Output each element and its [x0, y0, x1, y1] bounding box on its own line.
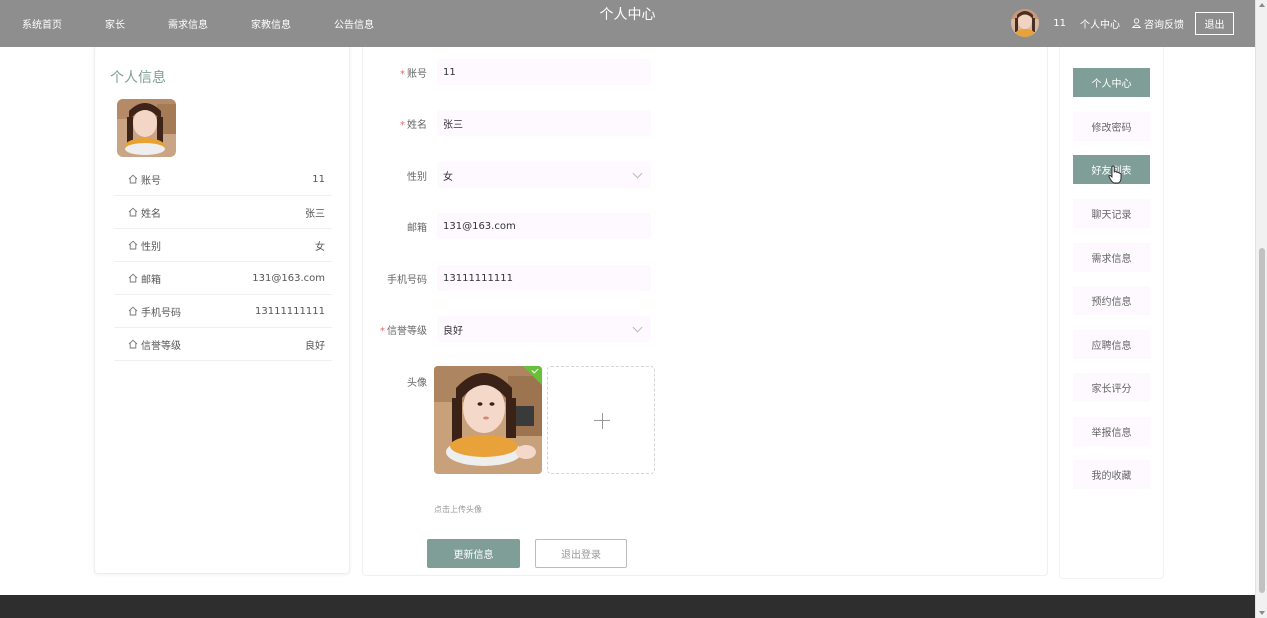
profile-form: * 账号 11 * 姓名 张三 性别 女 邮箱 131@163.com 手机号码 1…: [362, 47, 1048, 576]
info-label: 手机号码: [114, 304, 181, 319]
form-row-phone: 手机号码 13111111111: [363, 265, 651, 291]
scroll-up-icon[interactable]: [1259, 3, 1265, 7]
menu-item-applications[interactable]: 应聘信息: [1073, 330, 1150, 359]
home-icon: [128, 207, 138, 217]
feedback-link[interactable]: 咨询反馈: [1132, 16, 1184, 31]
name-input[interactable]: 张三: [437, 110, 651, 136]
footer: [0, 595, 1255, 618]
info-value: 11: [312, 173, 325, 185]
avatar-label: 头像: [407, 377, 427, 389]
email-value: 131@163.com: [443, 220, 516, 232]
form-row-email: 邮箱 131@163.com: [363, 213, 651, 239]
form-row-gender: 性别 女: [363, 162, 651, 188]
chevron-down-icon: [632, 322, 643, 332]
card-title: 个人信息: [110, 70, 166, 86]
form-row-name: * 姓名 张三: [363, 110, 651, 136]
chevron-down-icon: [632, 168, 643, 178]
logout-button[interactable]: 退出登录: [535, 539, 627, 568]
personal-info-card: 个人信息 账号 11 姓名 张三 性别 女 邮箱 131@163.com 手机号…: [94, 47, 350, 574]
name-label: * 姓名: [363, 116, 427, 131]
account-label-text: 账号: [407, 68, 427, 80]
menu-item-appointments[interactable]: 预约信息: [1073, 286, 1150, 315]
menu-item-personal-center[interactable]: 个人中心: [1073, 68, 1150, 97]
gender-value: 女: [443, 171, 453, 183]
info-row-gender: 性别 女: [114, 229, 332, 262]
info-value: 女: [315, 241, 325, 253]
menu-item-chat-records[interactable]: 聊天记录: [1073, 199, 1150, 228]
personal-center-link[interactable]: 个人中心: [1080, 16, 1120, 31]
account-label: * 账号: [363, 65, 427, 80]
info-row-phone: 手机号码 13111111111: [114, 295, 332, 328]
required-mark: *: [380, 325, 385, 337]
hand-cursor-icon: [1108, 165, 1122, 184]
right-menu: 个人中心 修改密码 好友列表 聊天记录 需求信息 预约信息 应聘信息 家长评分 …: [1059, 47, 1164, 579]
scroll-down-icon[interactable]: [1259, 611, 1265, 615]
home-icon: [128, 339, 138, 349]
home-icon: [128, 240, 138, 250]
info-row-account: 账号 11: [114, 163, 332, 196]
info-value: 131@163.com: [252, 272, 325, 284]
uploaded-avatar-preview[interactable]: [434, 366, 542, 474]
name-label-text: 姓名: [407, 119, 427, 131]
credit-label-text: 信誉等级: [387, 325, 427, 337]
required-mark: *: [400, 68, 405, 80]
home-icon: [128, 306, 138, 316]
account-input[interactable]: 11: [437, 59, 651, 85]
gender-label: 性别: [407, 171, 427, 183]
nav-user-area: 11 个人中心 咨询反馈 退出: [1011, 9, 1234, 37]
page-scrollbar[interactable]: [1255, 0, 1267, 618]
form-row-account: * 账号 11: [363, 59, 651, 85]
menu-item-demands[interactable]: 需求信息: [1073, 243, 1150, 272]
info-row-name: 姓名 张三: [114, 196, 332, 229]
home-icon: [128, 273, 138, 283]
info-value: 张三: [305, 208, 325, 220]
menu-item-parent-rating[interactable]: 家长评分: [1073, 373, 1150, 402]
email-field[interactable]: 131@163.com: [437, 213, 651, 239]
form-row-avatar: 头像: [363, 368, 437, 394]
phone-label: 手机号码: [387, 274, 427, 286]
person-icon: [1132, 18, 1141, 28]
info-row-email: 邮箱 131@163.com: [114, 262, 332, 295]
phone-value: 13111111111: [443, 272, 513, 284]
info-label-text: 性别: [141, 241, 161, 253]
info-label: 姓名: [114, 205, 161, 220]
update-info-button[interactable]: 更新信息: [427, 539, 520, 568]
upload-hint: 点击上传头像: [434, 505, 482, 514]
account-value: 11: [443, 66, 456, 78]
upload-avatar-button[interactable]: [547, 366, 655, 474]
info-label: 邮箱: [114, 271, 161, 286]
info-label: 信誉等级: [114, 337, 181, 352]
info-label-text: 手机号码: [141, 307, 181, 319]
credit-label: * 信誉等级: [363, 322, 427, 337]
info-value: 13111111111: [255, 305, 325, 317]
email-label: 邮箱: [407, 222, 427, 234]
info-row-credit: 信誉等级 良好: [114, 328, 332, 361]
avatar[interactable]: [1011, 9, 1040, 37]
info-label: 性别: [114, 238, 161, 253]
menu-item-favorites[interactable]: 我的收藏: [1073, 460, 1150, 489]
home-icon: [128, 174, 138, 184]
phone-field[interactable]: 13111111111: [437, 265, 651, 291]
required-mark: *: [400, 119, 405, 131]
gender-select[interactable]: 女: [437, 162, 651, 188]
info-label-text: 邮箱: [141, 274, 161, 286]
info-label-text: 账号: [141, 175, 161, 187]
plus-icon-vertical: [601, 413, 603, 429]
top-nav: 系统首页 家长 需求信息 家教信息 公告信息 个人中心 11 个人中心 咨询反馈…: [0, 0, 1255, 47]
credit-value: 良好: [443, 325, 463, 337]
feedback-label: 咨询反馈: [1144, 19, 1184, 31]
menu-item-reports[interactable]: 举报信息: [1073, 417, 1150, 446]
info-label-text: 姓名: [141, 208, 161, 220]
nav-logout-button[interactable]: 退出: [1195, 11, 1234, 35]
form-row-credit: * 信誉等级 良好: [363, 316, 651, 342]
name-value: 张三: [443, 119, 463, 131]
profile-avatar: [117, 99, 176, 157]
credit-select[interactable]: 良好: [437, 316, 651, 342]
menu-item-change-password[interactable]: 修改密码: [1073, 112, 1150, 141]
info-label-text: 信誉等级: [141, 340, 181, 352]
user-id[interactable]: 11: [1053, 18, 1066, 29]
scrollbar-thumb[interactable]: [1259, 248, 1265, 593]
info-label: 账号: [114, 172, 161, 187]
info-value: 良好: [305, 340, 325, 352]
